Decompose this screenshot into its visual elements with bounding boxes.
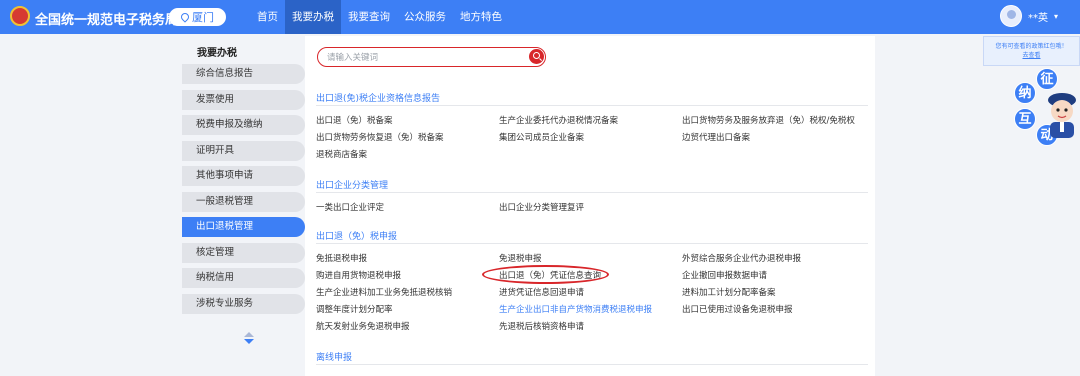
- link-self-use-goods-refund[interactable]: 购进自用货物退税申报: [316, 269, 401, 281]
- sidebar-item-professional-service[interactable]: 涉税专业服务: [182, 293, 305, 314]
- link-foreign-trade-agent-filing[interactable]: 外贸综合服务企业代办退税申报: [682, 252, 801, 264]
- mascot-officer-icon: [1048, 93, 1076, 138]
- sidebar-item-export-refund[interactable]: 出口退税管理: [182, 217, 305, 237]
- user-menu[interactable]: **英 ▾: [1000, 5, 1058, 27]
- link-exempt-credit-refund-filing[interactable]: 免抵退税申报: [316, 252, 367, 264]
- chevron-down-icon: ▾: [1054, 11, 1059, 21]
- link-aerospace-launch-refund[interactable]: 航天发射业务免退税申报: [316, 320, 410, 332]
- sidebar-item-assessment[interactable]: 核定管理: [182, 242, 305, 263]
- link-refund-registration[interactable]: 出口退（免）税备案: [316, 114, 393, 126]
- link-non-self-produced-excise-refund[interactable]: 生产企业出口非自产货物消费税退税申报: [499, 303, 652, 315]
- sidebar-scroll-control[interactable]: [244, 332, 254, 344]
- link-refund-first-qualification[interactable]: 先退税后核销资格申请: [499, 320, 584, 332]
- link-class-one-evaluation[interactable]: 一类出口企业评定: [316, 201, 384, 213]
- link-voucher-info-query[interactable]: 出口退（免）凭证信息查询: [499, 269, 601, 281]
- divider: [316, 192, 868, 193]
- nav-home[interactable]: 首页: [250, 0, 285, 34]
- sidebar-item-invoice-use[interactable]: 发票使用: [182, 89, 305, 110]
- promo-link[interactable]: 去查看: [984, 51, 1079, 60]
- main-nav: 首页 我要办税 我要查询 公众服务 地方特色: [250, 0, 509, 34]
- section-title-offline-filing[interactable]: 离线申报: [316, 350, 352, 363]
- sidebar-item-general-refund[interactable]: 一般退税管理: [182, 191, 305, 212]
- link-processing-trade-writeoff[interactable]: 生产企业进料加工业务免抵退税核销: [316, 286, 452, 298]
- sidebar-item-other-requests[interactable]: 其他事项申请: [182, 166, 305, 186]
- divider: [316, 364, 868, 365]
- site-title: 全国统一规范电子税务局: [35, 13, 179, 28]
- link-entrusted-refund-registration[interactable]: 生产企业委托代办退税情况备案: [499, 114, 618, 126]
- nav-local-features[interactable]: 地方特色: [453, 0, 509, 34]
- link-exempt-refund-filing[interactable]: 免退税申报: [499, 252, 542, 264]
- search-placeholder: 请输入关键词: [327, 53, 379, 63]
- promo-text: 您有可查看的政策红包哦！: [995, 43, 1068, 50]
- nav-tax-handling[interactable]: 我要办税: [285, 0, 341, 34]
- link-withdraw-filing-request[interactable]: 企业撤回申报数据申请: [682, 269, 767, 281]
- link-refund-store-registration[interactable]: 退税商店备案: [316, 148, 367, 160]
- avatar[interactable]: [1000, 5, 1022, 27]
- link-used-equipment-refund[interactable]: 出口已使用过设备免退税申报: [682, 303, 793, 315]
- sidebar-item-credit[interactable]: 纳税信用: [182, 268, 305, 288]
- mascot-interaction-widget[interactable]: 征 纳 互 动: [1010, 68, 1080, 158]
- city-selector[interactable]: 厦门: [169, 8, 226, 26]
- divider: [316, 105, 868, 106]
- mascot-char: 互: [1014, 108, 1036, 130]
- link-border-trade-registration[interactable]: 边贸代理出口备案: [682, 131, 750, 143]
- main-panel: 请输入关键词 出口退(免)税企业资格信息报告 出口退（免）税备案 生产企业委托代…: [305, 36, 875, 376]
- link-classification-review[interactable]: 出口企业分类管理复评: [499, 201, 584, 213]
- mascot-char: 纳: [1014, 82, 1036, 104]
- location-pin-icon: [179, 11, 191, 23]
- nav-public-service[interactable]: 公众服务: [397, 0, 453, 34]
- top-bar: 全国统一规范电子税务局 厦门 首页 我要办税 我要查询 公众服务 地方特色 **…: [0, 0, 1080, 34]
- arrow-down-icon[interactable]: [244, 339, 254, 344]
- sidebar-item-comprehensive-report[interactable]: 综合信息报告: [182, 64, 305, 84]
- policy-promo-banner: 您有可查看的政策红包哦！ 去查看: [983, 36, 1080, 66]
- section-title-qualification: 出口退(免)税企业资格信息报告: [316, 94, 441, 104]
- section-title-classification: 出口企业分类管理: [316, 181, 389, 191]
- arrow-up-icon[interactable]: [244, 332, 254, 337]
- nav-query[interactable]: 我要查询: [341, 0, 397, 34]
- sidebar-item-tax-filing[interactable]: 税费申报及缴纳: [182, 115, 305, 135]
- sidebar: 我要办税 综合信息报告 发票使用 税费申报及缴纳 证明开具 其他事项申请 一般退…: [182, 44, 305, 344]
- link-restore-refund-registration[interactable]: 出口货物劳务恢复退（免）税备案: [316, 131, 444, 143]
- mascot-char: 征: [1036, 68, 1058, 90]
- sidebar-heading: 我要办税: [197, 48, 237, 59]
- user-name: **英: [1028, 12, 1048, 24]
- section-title-refund-filing: 出口退（免）税申报: [316, 232, 398, 242]
- divider: [316, 243, 868, 244]
- city-name: 厦门: [192, 11, 214, 24]
- search-input[interactable]: 请输入关键词: [317, 47, 546, 67]
- search-icon[interactable]: [529, 49, 544, 64]
- tax-emblem-icon: [10, 6, 30, 26]
- link-waive-refund-right[interactable]: 出口货物劳务及服务放弃退（免）税权/免税权: [682, 114, 855, 126]
- link-group-member-registration[interactable]: 集团公司成员企业备案: [499, 131, 584, 143]
- link-allocation-rate-registration[interactable]: 进料加工计划分配率备案: [682, 286, 776, 298]
- link-purchase-voucher-rollback[interactable]: 进货凭证信息回退申请: [499, 286, 584, 298]
- sidebar-item-certificate[interactable]: 证明开具: [182, 140, 305, 161]
- link-adjust-annual-rate[interactable]: 调整年度计划分配率: [316, 303, 393, 315]
